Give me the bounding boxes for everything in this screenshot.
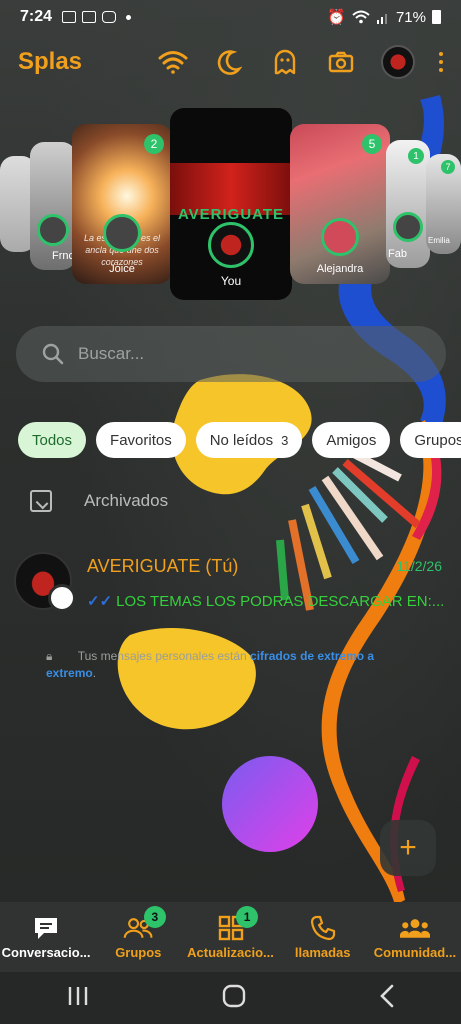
chat-row[interactable]: AVERIGUATE (Tú) 11/2/26 ✓✓ LOS TEMAS LOS …	[14, 550, 454, 616]
nav-grupos[interactable]: 3 Grupos	[92, 902, 184, 972]
search-icon	[42, 343, 64, 365]
nav-comunidades[interactable]: Comunidad...	[369, 902, 461, 972]
alarm-icon: ⏰	[327, 9, 346, 26]
nav-label: Actualizacio...	[187, 944, 274, 960]
search-bar[interactable]	[16, 326, 446, 382]
status-ring-icon	[48, 584, 76, 612]
profile-avatar[interactable]	[381, 45, 415, 79]
camera-icon[interactable]	[325, 46, 357, 78]
story-avatar	[103, 214, 141, 252]
chat-avatar	[14, 552, 76, 612]
story-card[interactable]: Frnc	[30, 142, 76, 270]
recents-button[interactable]	[66, 985, 90, 1012]
moon-icon[interactable]	[213, 46, 245, 78]
bottom-nav: Conversacio... 3 Grupos 1 Actualizacio..…	[0, 902, 461, 972]
status-bar: 7:24 ⏰ 71%	[0, 0, 461, 34]
status-time: 7:24	[20, 8, 53, 25]
new-chat-button[interactable]: +	[380, 820, 436, 876]
chat-date: 11/2/26	[396, 558, 442, 574]
back-button[interactable]	[378, 984, 396, 1013]
app-title: Splas	[18, 48, 83, 75]
battery-percent: 71%	[395, 8, 426, 26]
story-unread-badge: 1	[408, 148, 424, 164]
lock-icon: 🔒︎	[46, 649, 53, 663]
story-avatar	[208, 222, 254, 268]
chat-preview: ✓✓ LOS TEMAS LOS PODRAS DESCARGAR EN:...	[87, 592, 444, 610]
wifi-icon[interactable]	[157, 46, 189, 78]
nav-label: Conversacio...	[1, 944, 91, 960]
chip-label: Favoritos	[110, 431, 172, 449]
home-button[interactable]	[221, 983, 247, 1014]
story-name: Fab	[388, 248, 407, 260]
phone-icon	[308, 915, 338, 941]
story-card[interactable]: 7 Emilia	[426, 154, 461, 254]
system-nav-bar	[0, 972, 461, 1024]
story-unread-badge: 7	[441, 160, 455, 174]
archived-label: Archivados	[84, 491, 169, 510]
story-title: AVERIGUATE	[177, 206, 285, 223]
chat-bubble-icon	[31, 915, 61, 941]
nav-label: Grupos	[115, 944, 162, 960]
filter-chips: Todos Favoritos No leídos 3 Amigos Grupos	[18, 422, 461, 458]
signal-icon	[376, 14, 387, 24]
instagram-notification-icon	[102, 11, 117, 23]
story-avatar	[321, 218, 359, 256]
story-name: Joice	[109, 263, 135, 275]
nav-conversaciones[interactable]: Conversacio...	[0, 902, 92, 972]
more-vert-icon[interactable]	[439, 52, 443, 72]
status-stories: Frnc 2 La esperanza es el ancla que une …	[0, 106, 461, 306]
chip-no-leidos[interactable]: No leídos 3	[195, 422, 303, 458]
chip-label: Todos	[32, 431, 73, 449]
nav-badge: 1	[236, 906, 259, 928]
encryption-end: .	[92, 666, 97, 680]
story-card[interactable]: 2 La esperanza es el ancla que une dos c…	[72, 124, 172, 284]
chip-amigos[interactable]: Amigos	[312, 422, 391, 458]
story-card[interactable]: 5 Alejandra	[290, 124, 390, 284]
capcut-notification-icon	[82, 11, 97, 23]
ghost-icon[interactable]	[269, 46, 301, 78]
community-icon	[399, 915, 430, 941]
story-unread-badge: 5	[362, 134, 382, 154]
chip-favoritos[interactable]: Favoritos	[96, 422, 186, 458]
chip-label: Amigos	[326, 431, 377, 449]
search-input[interactable]	[78, 344, 378, 364]
more-notifications-dot	[126, 14, 132, 20]
nav-label: Comunidad...	[373, 944, 457, 960]
app-header: Splas	[0, 34, 461, 90]
story-name: Alejandra	[316, 263, 364, 275]
archive-icon	[30, 490, 52, 512]
story-name: You	[220, 274, 242, 288]
chip-label: No leídos	[209, 431, 274, 449]
nav-label: llamadas	[294, 944, 351, 960]
chip-grupos[interactable]: Grupos	[400, 422, 461, 458]
story-card-own[interactable]: AVERIGUATE You	[170, 108, 292, 300]
chat-preview-text: LOS TEMAS LOS PODRAS DESCARGAR EN:...	[116, 593, 445, 610]
image-notification-icon	[62, 11, 77, 23]
story-unread-badge: 2	[144, 134, 164, 154]
encryption-text: Tus mensajes personales están	[77, 649, 251, 663]
chip-todos[interactable]: Todos	[18, 422, 87, 458]
story-name: Frnc	[52, 250, 74, 262]
encryption-notice: 🔒︎ Tus mensajes personales están cifrado…	[46, 648, 416, 682]
story-name: Emilia	[428, 236, 450, 245]
read-ticks-icon: ✓✓	[87, 593, 113, 610]
chip-count: 3	[281, 432, 289, 448]
nav-actualizaciones[interactable]: 1 Actualizacio...	[184, 902, 276, 972]
nav-llamadas[interactable]: llamadas	[277, 902, 369, 972]
nav-badge: 3	[143, 906, 166, 928]
story-avatar	[393, 212, 423, 242]
chat-name: AVERIGUATE (Tú)	[87, 556, 239, 576]
archived-row[interactable]: Archivados	[30, 490, 168, 512]
battery-icon	[432, 10, 441, 24]
wifi-status-icon	[352, 10, 370, 24]
story-card[interactable]: 1 Fab	[386, 140, 430, 268]
story-avatar	[37, 214, 69, 246]
chip-label: Grupos	[414, 431, 461, 449]
